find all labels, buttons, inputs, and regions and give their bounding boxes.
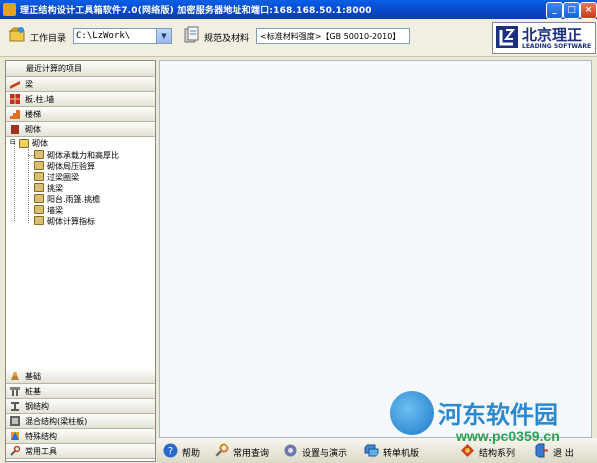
pile-icon bbox=[10, 387, 20, 396]
spec-material-field[interactable]: <标准材料强度>【GB 50010-2010】 bbox=[256, 28, 410, 44]
sidebar-group-label: 梁 bbox=[25, 80, 33, 89]
minimize-button[interactable]: _ bbox=[546, 2, 563, 19]
workdir-icon bbox=[8, 27, 25, 42]
left-navigation-panel: 最近计算的项目 梁 板.柱.墙 楼梯 砌体 ⊟ 砌体 砌体承载力和高厚比 砌体局… bbox=[5, 60, 156, 462]
tree-item[interactable]: 墙梁 bbox=[47, 205, 63, 216]
site-watermark: 河东软件园 www.pc0359.cn bbox=[390, 387, 597, 460]
tree-line bbox=[28, 149, 29, 223]
help-label: 帮助 bbox=[182, 449, 201, 459]
sidebar-group-label: 砌体 bbox=[25, 125, 41, 134]
watermark-text: 河东软件园 bbox=[438, 401, 558, 429]
query-label: 常用查询 bbox=[233, 449, 270, 459]
sidebar-group-label: 板.柱.墙 bbox=[25, 95, 55, 104]
sidebar-group-label: 特殊结构 bbox=[25, 432, 57, 441]
mixed-structure-icon bbox=[10, 416, 20, 426]
tree-item[interactable]: 过梁圈梁 bbox=[47, 172, 79, 183]
folder-icon bbox=[19, 139, 29, 148]
title-bar: 理正结构设计工具箱软件7.0(网络版) 加密服务器地址和端口:168.168.5… bbox=[0, 0, 597, 19]
sidebar-group-masonry[interactable]: 砌体 bbox=[6, 122, 155, 137]
calc-item-icon bbox=[34, 183, 44, 192]
calc-item-icon bbox=[34, 216, 44, 225]
logo-cn-text: 北京理正 bbox=[522, 26, 583, 44]
settings-icon bbox=[284, 444, 297, 457]
watermark-logo-icon bbox=[390, 391, 434, 435]
sidebar-group-label: 楼梯 bbox=[25, 110, 41, 119]
close-button[interactable]: × bbox=[580, 2, 597, 19]
stairs-icon bbox=[10, 110, 20, 119]
window-title: 理正结构设计工具箱软件7.0(网络版) 加密服务器地址和端口:168.168.5… bbox=[20, 6, 372, 16]
special-structure-icon bbox=[11, 432, 19, 440]
sidebar-group-stairs[interactable]: 楼梯 bbox=[6, 107, 155, 122]
calc-item-icon bbox=[34, 205, 44, 214]
slab-column-wall-icon bbox=[10, 94, 20, 104]
logo-en-text: LEADING SOFTWARE bbox=[522, 43, 592, 50]
workdir-select[interactable]: C:\LzWork\ ▼ bbox=[73, 28, 172, 44]
tree-line bbox=[14, 143, 15, 221]
calc-item-icon bbox=[34, 161, 44, 170]
sidebar-group-pile[interactable]: 桩基 bbox=[6, 384, 155, 399]
tools-icon bbox=[10, 446, 20, 456]
standalone-icon bbox=[364, 444, 379, 457]
calc-item-icon bbox=[34, 194, 44, 203]
tree-expander[interactable]: ⊟ bbox=[10, 138, 16, 146]
help-icon: ? bbox=[163, 443, 178, 458]
masonry-icon bbox=[11, 125, 19, 134]
spec-value: <标准材料强度>【GB 50010-2010】 bbox=[260, 32, 401, 41]
svg-text:?: ? bbox=[168, 446, 173, 457]
foundation-icon bbox=[11, 372, 19, 380]
tree-item[interactable]: 砌体承载力和高厚比 bbox=[47, 150, 119, 161]
sidebar-group-special[interactable]: 特殊结构 bbox=[6, 429, 155, 444]
main-workspace bbox=[159, 60, 592, 438]
sidebar-group-beam[interactable]: 梁 bbox=[6, 77, 155, 92]
spec-icon bbox=[184, 26, 199, 43]
query-icon bbox=[215, 443, 229, 457]
app-icon bbox=[3, 3, 16, 16]
tree-item[interactable]: 阳台.雨篷.挑檐 bbox=[47, 194, 100, 205]
tree-item[interactable]: 砌体计算指标 bbox=[47, 216, 95, 227]
sidebar-group-label: 常用工具 bbox=[25, 447, 57, 456]
sidebar-group-label: 钢结构 bbox=[25, 402, 49, 411]
tree-item[interactable]: 挑梁 bbox=[47, 183, 63, 194]
sidebar-group-steel[interactable]: 钢结构 bbox=[6, 399, 155, 414]
sidebar-group-label: 混合结构(梁柱板) bbox=[25, 417, 88, 426]
sidebar-group-tools[interactable]: 常用工具 bbox=[6, 444, 155, 459]
sidebar-group-mixed[interactable]: 混合结构(梁柱板) bbox=[6, 414, 155, 429]
spec-label: 规范及材料 bbox=[204, 34, 250, 44]
tree-root[interactable]: 砌体 bbox=[32, 138, 48, 149]
workdir-label: 工作目录 bbox=[30, 34, 67, 44]
sidebar-group-slab-column-wall[interactable]: 板.柱.墙 bbox=[6, 92, 155, 107]
recent-projects-label: 最近计算的项目 bbox=[26, 64, 82, 73]
sidebar-group-label: 桩基 bbox=[25, 387, 41, 396]
settings-label: 设置与演示 bbox=[302, 449, 348, 459]
recent-projects-header[interactable]: 最近计算的项目 bbox=[6, 61, 155, 77]
tree-item[interactable]: 砌体局压验算 bbox=[47, 161, 95, 172]
steel-structure-icon bbox=[11, 402, 19, 411]
beam-icon bbox=[10, 81, 20, 89]
sidebar-group-label: 基础 bbox=[25, 372, 41, 381]
workdir-value: C:\LzWork\ bbox=[76, 31, 131, 41]
maximize-button[interactable]: □ bbox=[563, 2, 580, 19]
calc-item-icon bbox=[34, 150, 44, 159]
watermark-url: www.pc0359.cn bbox=[456, 428, 560, 444]
company-logo: 北京理正 LEADING SOFTWARE bbox=[492, 22, 596, 54]
sidebar-group-foundation[interactable]: 基础 bbox=[6, 369, 155, 384]
calc-item-icon bbox=[34, 172, 44, 181]
logo-mark-icon bbox=[496, 26, 518, 48]
chevron-down-icon[interactable]: ▼ bbox=[156, 29, 171, 43]
